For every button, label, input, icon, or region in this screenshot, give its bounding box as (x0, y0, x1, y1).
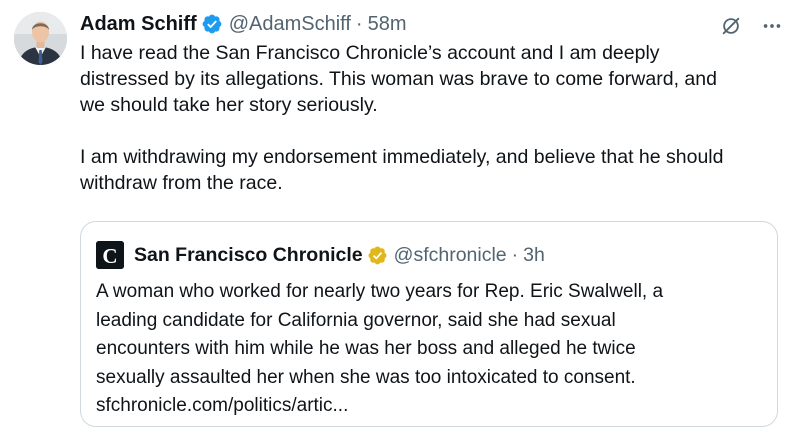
quoted-text-line: A woman who worked for nearly two years … (96, 281, 664, 302)
verified-badge-icon[interactable] (201, 13, 223, 35)
tweet-actions-top (720, 14, 783, 38)
gold-verified-badge-icon (367, 245, 388, 266)
tweet-text-line: we should take her story seriously. (80, 94, 378, 116)
quoted-text-line: sexually assaulted her when she was too … (96, 366, 636, 388)
tweet-text-line: I have read the San Francisco Chronicle’… (80, 42, 660, 64)
quoted-article-link[interactable]: sfchronicle.com/politics/artic... (96, 392, 766, 421)
tweet-text-line: withdraw from the race. (80, 172, 283, 194)
author-handle[interactable]: @AdamSchiff (229, 10, 351, 38)
quoted-tweet-header: C San Francisco Chronicle @sfchronicle ·… (96, 241, 545, 269)
separator-dot: · (355, 13, 363, 35)
tweet-text-line: I am withdrawing my endorsement immediat… (80, 146, 724, 168)
tweet-text-line: distressed by its allegations. This woma… (80, 68, 717, 90)
tweet-text: I have read the San Francisco Chronicle’… (80, 40, 790, 196)
logo-letter: C (102, 244, 117, 268)
quoted-author-handle: @sfchronicle (393, 243, 507, 266)
avatar-image (14, 12, 67, 65)
separator-dot: · (511, 243, 519, 266)
tweet[interactable]: Adam Schiff @AdamSchiff · 58m I have rea… (0, 0, 800, 442)
quoted-author-name: San Francisco Chronicle (134, 243, 363, 266)
quoted-tweet-text: A woman who worked for nearly two years … (96, 278, 766, 421)
more-options-icon[interactable] (761, 15, 783, 37)
avatar[interactable] (14, 12, 67, 65)
quoted-text-line: leading candidate for California governo… (96, 309, 616, 331)
chronicle-logo-icon: C (96, 241, 124, 269)
quoted-tweet-card[interactable]: C San Francisco Chronicle @sfchronicle ·… (80, 221, 778, 427)
quoted-text-line: encounters with him while he was her bos… (96, 338, 636, 359)
tweet-timestamp[interactable]: 58m (368, 10, 407, 38)
author-display-name[interactable]: Adam Schiff (80, 10, 197, 38)
grok-icon[interactable] (720, 15, 742, 37)
tweet-header: Adam Schiff @AdamSchiff · 58m (80, 10, 406, 38)
quoted-tweet-timestamp: 3h (523, 243, 545, 266)
